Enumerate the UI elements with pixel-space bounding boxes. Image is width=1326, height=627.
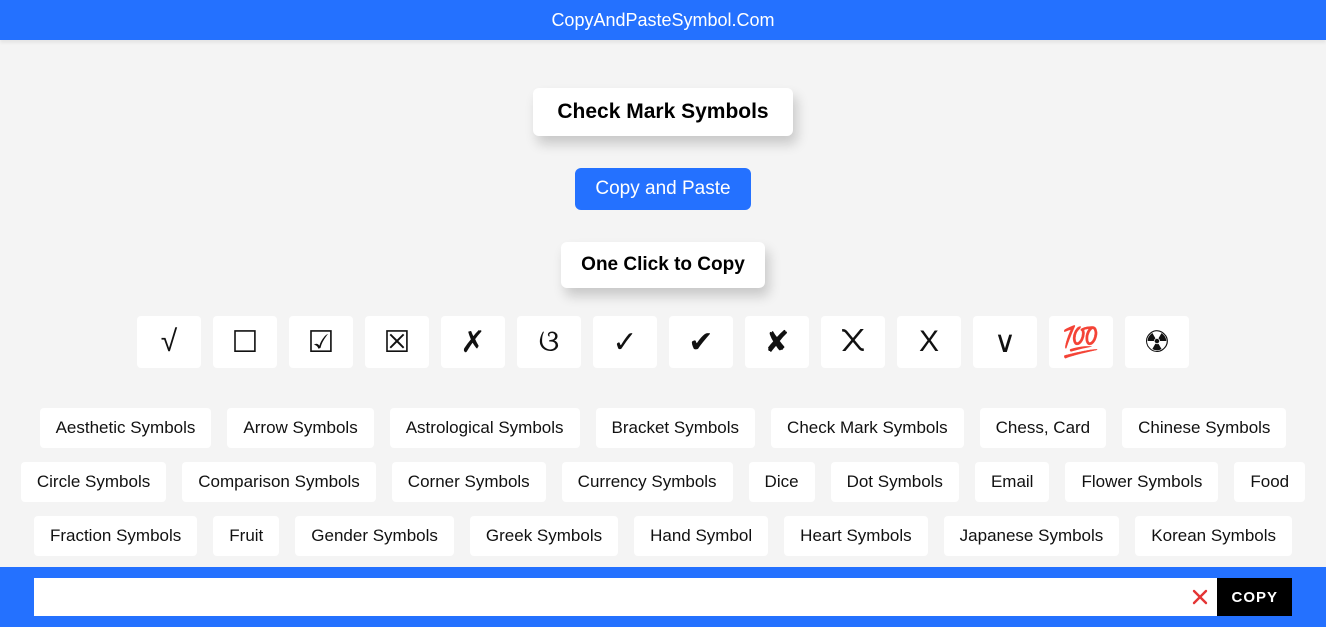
category-link[interactable]: Hand Symbol xyxy=(634,516,768,556)
category-link[interactable]: Gender Symbols xyxy=(295,516,454,556)
category-link[interactable]: Flower Symbols xyxy=(1065,462,1218,502)
category-link[interactable]: Chinese Symbols xyxy=(1122,408,1286,448)
category-link[interactable]: Arrow Symbols xyxy=(227,408,373,448)
symbol-item[interactable]: ∨ xyxy=(973,316,1037,368)
subtitle-card: One Click to Copy xyxy=(561,242,765,288)
category-link[interactable]: Aesthetic Symbols xyxy=(40,408,212,448)
category-link[interactable]: Astrological Symbols xyxy=(390,408,580,448)
category-link[interactable]: Dice xyxy=(749,462,815,502)
clipboard-input[interactable] xyxy=(34,578,1183,616)
symbol-item[interactable]: Х xyxy=(897,316,961,368)
category-link[interactable]: Fraction Symbols xyxy=(34,516,197,556)
top-header: CopyAndPasteSymbol.Com xyxy=(0,0,1326,40)
symbol-item[interactable]: ଓ xyxy=(517,316,581,368)
bottom-bar: COPY xyxy=(0,567,1326,627)
symbol-item[interactable]: ✓ xyxy=(593,316,657,368)
symbol-item[interactable]: ✔ xyxy=(669,316,733,368)
site-title[interactable]: CopyAndPasteSymbol.Com xyxy=(551,10,774,31)
symbol-item[interactable]: ☢ xyxy=(1125,316,1189,368)
category-link[interactable]: Currency Symbols xyxy=(562,462,733,502)
symbol-row: √☐☑☒✗ଓ✓✔✘᙭Х∨💯☢ xyxy=(137,316,1189,368)
category-link[interactable]: Corner Symbols xyxy=(392,462,546,502)
copy-paste-button[interactable]: Copy and Paste xyxy=(575,168,750,210)
category-link[interactable]: Food xyxy=(1234,462,1305,502)
symbol-item[interactable]: ☒ xyxy=(365,316,429,368)
category-link[interactable]: Heart Symbols xyxy=(784,516,927,556)
category-link[interactable]: Circle Symbols xyxy=(21,462,166,502)
symbol-item[interactable]: ☑ xyxy=(289,316,353,368)
category-link[interactable]: Email xyxy=(975,462,1050,502)
category-link[interactable]: Chess, Card xyxy=(980,408,1106,448)
symbol-item[interactable]: 💯 xyxy=(1049,316,1113,368)
main-content: Check Mark Symbols Copy and Paste One Cl… xyxy=(0,40,1326,610)
symbol-item[interactable]: ✗ xyxy=(441,316,505,368)
symbol-item[interactable]: ✘ xyxy=(745,316,809,368)
category-link[interactable]: Greek Symbols xyxy=(470,516,618,556)
category-link[interactable]: Comparison Symbols xyxy=(182,462,376,502)
close-icon xyxy=(1192,589,1208,605)
category-link[interactable]: Korean Symbols xyxy=(1135,516,1292,556)
symbol-item[interactable]: ᙭ xyxy=(821,316,885,368)
category-link[interactable]: Bracket Symbols xyxy=(596,408,756,448)
category-link[interactable]: Japanese Symbols xyxy=(944,516,1120,556)
symbol-item[interactable]: √ xyxy=(137,316,201,368)
category-link[interactable]: Dot Symbols xyxy=(831,462,959,502)
category-link[interactable]: Check Mark Symbols xyxy=(771,408,964,448)
page-title: Check Mark Symbols xyxy=(533,88,792,136)
clear-button[interactable] xyxy=(1183,578,1217,616)
symbol-item[interactable]: ☐ xyxy=(213,316,277,368)
category-link[interactable]: Fruit xyxy=(213,516,279,556)
copy-button[interactable]: COPY xyxy=(1217,578,1292,616)
